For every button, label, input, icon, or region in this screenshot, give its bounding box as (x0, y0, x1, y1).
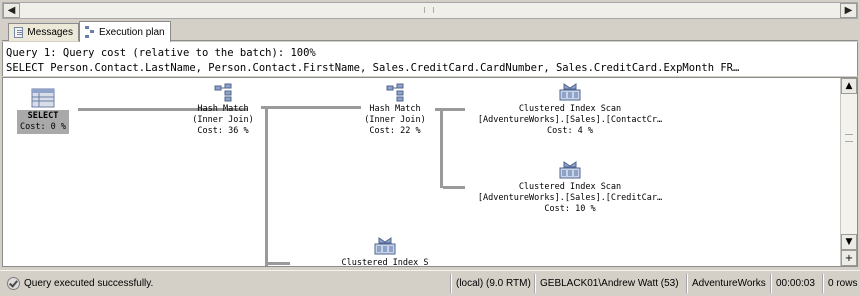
scroll-up-button[interactable]: ▲ (841, 78, 857, 94)
execution-plan-canvas[interactable]: SELECT Cost: 0 % Hash Match (Inner Join)… (2, 77, 858, 267)
scan1-object: [AdventureWorks].[Sales].[ContactCr… (477, 115, 663, 125)
scroll-right-button[interactable]: ▶ (840, 3, 857, 18)
connector-hash2-scan2-horizontal (443, 186, 465, 189)
status-divider (770, 274, 771, 293)
arrow-down-icon: ▼ (845, 237, 853, 247)
query-header: Query 1: Query cost (relative to the bat… (2, 42, 858, 76)
plan-node-select[interactable]: SELECT Cost: 0 % (13, 88, 73, 134)
clustered-index-scan-icon (374, 237, 396, 255)
scan2-name: Clustered Index Scan (518, 182, 622, 192)
status-divider (450, 274, 451, 293)
scan1-name: Clustered Index Scan (518, 104, 622, 114)
status-message-text: Query executed successfully. (24, 278, 154, 289)
plan-vertical-scrollbar[interactable]: ▲ ▼ + (840, 78, 857, 266)
hash1-cost: Cost: 36 % (197, 126, 249, 136)
scan3-name: Clustered Index S (341, 258, 429, 267)
plan-node-clustered-index-scan-1[interactable]: Clustered Index Scan [AdventureWorks].[S… (465, 82, 675, 137)
select-node-cost: Cost: 0 % (19, 122, 67, 132)
status-divider (686, 274, 687, 293)
clustered-index-scan-icon (559, 83, 581, 101)
scrollbar-grip[interactable] (424, 7, 434, 13)
plan-node-hash-match-1[interactable]: Hash Match (Inner Join) Cost: 36 % (183, 82, 263, 137)
status-database: AdventureWorks (692, 278, 766, 289)
success-check-icon (7, 277, 20, 290)
tab-execution-plan[interactable]: Execution plan (79, 21, 171, 42)
arrow-left-icon: ◀ (7, 5, 16, 16)
results-horizontal-scrollbar[interactable]: ◀ ▶ (2, 2, 858, 19)
scroll-left-button[interactable]: ◀ (3, 3, 20, 18)
connector-hash1-hash2 (261, 106, 361, 109)
status-message: Query executed successfully. (4, 274, 444, 293)
status-elapsed: 00:00:03 (776, 278, 815, 289)
connector-hash1-scan3-vertical (265, 108, 268, 266)
messages-icon (14, 27, 24, 38)
scan2-object: [AdventureWorks].[Sales].[CreditCar… (477, 193, 663, 203)
tab-execution-plan-label: Execution plan (99, 26, 165, 38)
plus-icon: + (844, 252, 854, 264)
hash-match-icon (214, 83, 232, 102)
select-icon (31, 88, 55, 108)
hash2-name: Hash Match (369, 104, 421, 114)
arrow-up-icon: ▲ (845, 81, 853, 91)
plan-node-clustered-index-scan-3[interactable]: Clustered Index S (315, 236, 455, 267)
arrow-right-icon: ▶ (844, 5, 853, 16)
select-node-name: SELECT (27, 111, 59, 121)
scan2-cost: Cost: 10 % (544, 204, 596, 214)
status-bar: Query executed successfully. (local) (9.… (0, 270, 860, 296)
connector-hash2-scan2-vertical (440, 110, 443, 188)
status-server: (local) (9.0 RTM) (456, 278, 531, 289)
hash1-name: Hash Match (197, 104, 249, 114)
status-divider (534, 274, 535, 293)
results-tab-bar: Messages Execution plan (2, 21, 858, 42)
tab-messages-label: Messages (27, 27, 73, 38)
status-user: GEBLACK01\Andrew Watt (53) (540, 278, 679, 289)
status-divider (822, 274, 823, 293)
zoom-navigator-button[interactable]: + (841, 250, 857, 266)
tab-messages[interactable]: Messages (8, 23, 79, 41)
scan1-cost: Cost: 4 % (546, 126, 594, 136)
plan-node-clustered-index-scan-2[interactable]: Clustered Index Scan [AdventureWorks].[S… (465, 160, 675, 215)
scrollbar-grip[interactable] (845, 134, 853, 142)
status-rows: 0 rows (828, 278, 858, 289)
hash2-sub: (Inner Join) (364, 115, 426, 125)
query-sql-line: SELECT Person.Contact.LastName, Person.C… (6, 62, 740, 74)
query-cost-line: Query 1: Query cost (relative to the bat… (6, 47, 316, 59)
clustered-index-scan-icon (559, 161, 581, 179)
connector-hash1-scan3-horizontal (268, 262, 290, 265)
hash-match-icon (386, 83, 404, 102)
scroll-down-button[interactable]: ▼ (841, 234, 857, 250)
execution-plan-icon (85, 25, 95, 39)
hash2-cost: Cost: 22 % (369, 126, 421, 136)
plan-node-hash-match-2[interactable]: Hash Match (Inner Join) Cost: 22 % (355, 82, 435, 137)
hash1-sub: (Inner Join) (192, 115, 254, 125)
